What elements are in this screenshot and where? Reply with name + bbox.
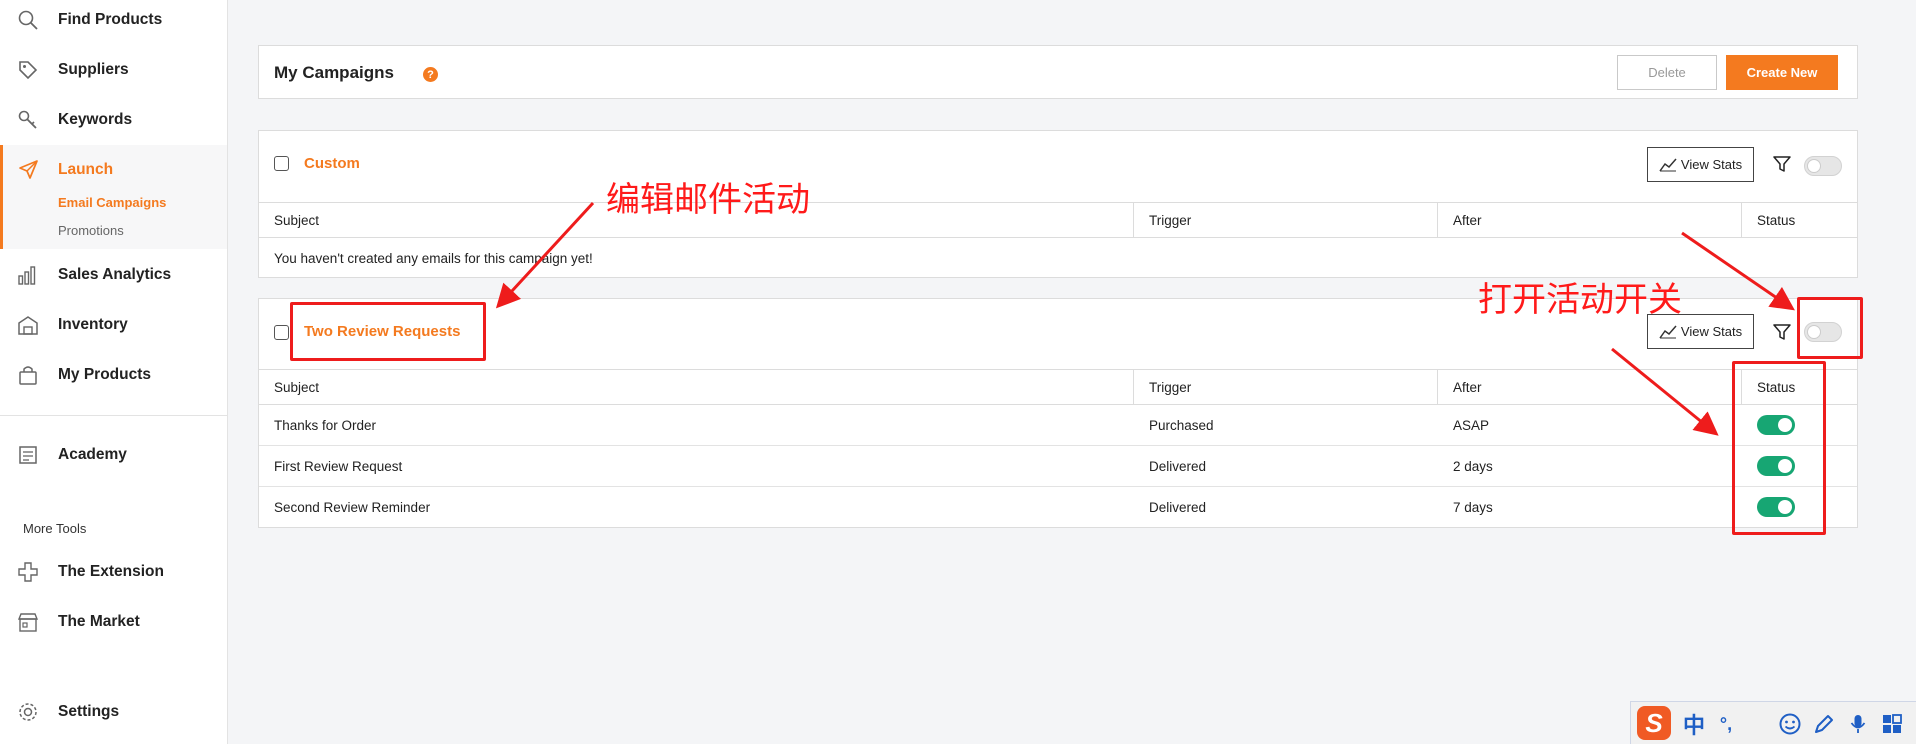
key-icon	[17, 109, 39, 131]
filter-icon[interactable]	[1772, 154, 1792, 174]
book-icon	[17, 444, 39, 466]
campaign-card-two-review-requests: Two Review Requests View Stats Subject T…	[258, 298, 1858, 528]
nav-label: My Products	[58, 366, 152, 383]
highlight-box-campaign-name	[290, 302, 486, 361]
column-header-after: After	[1438, 203, 1742, 237]
table-row[interactable]: Thanks for Order Purchased ASAP	[259, 405, 1857, 446]
ime-language-toggle[interactable]: 中	[1681, 711, 1707, 738]
nav-item-my-products[interactable]: My Products	[0, 355, 227, 395]
campaign-checkbox[interactable]	[274, 325, 289, 340]
nav-label: Suppliers	[58, 61, 129, 78]
search-icon	[17, 9, 39, 31]
nav-label: Sales Analytics	[58, 266, 172, 283]
filter-icon[interactable]	[1772, 322, 1792, 342]
more-tools-heading: More Tools	[23, 521, 87, 536]
nav-label: Launch	[58, 161, 114, 178]
cell-trigger: Delivered	[1149, 458, 1207, 474]
campaign-card-custom: Custom View Stats Subject Trigger After …	[258, 130, 1858, 278]
cell-trigger: Purchased	[1149, 417, 1214, 433]
view-stats-label: View Stats	[1680, 324, 1743, 339]
column-header-status: Status	[1757, 212, 1796, 228]
cell-after: 2 days	[1453, 458, 1493, 474]
box-icon	[17, 364, 39, 386]
column-header-after: After	[1438, 370, 1742, 404]
nav-label: Settings	[58, 703, 120, 720]
nav-item-find-products[interactable]: Find Products	[0, 0, 227, 40]
tag-icon	[17, 59, 39, 81]
highlight-box-campaign-toggle	[1797, 297, 1863, 359]
puzzle-icon	[17, 561, 39, 583]
campaign-toggle[interactable]	[1804, 156, 1842, 176]
trend-icon	[1659, 325, 1677, 338]
nav-item-keywords[interactable]: Keywords	[0, 100, 227, 140]
cell-subject: Thanks for Order	[274, 417, 377, 433]
campaign-checkbox[interactable]	[274, 156, 289, 171]
nav-item-the-extension[interactable]: The Extension	[0, 552, 227, 592]
column-header-trigger: Trigger	[1134, 203, 1438, 237]
column-header-subject: Subject	[259, 370, 1134, 404]
nav-label: The Market	[58, 613, 140, 630]
table-header: Subject Trigger After Status	[259, 369, 1857, 405]
table-row[interactable]: First Review Request Delivered 2 days	[259, 446, 1857, 487]
ime-punctuation-toggle[interactable]: °,	[1713, 711, 1739, 737]
annotation-edit-campaign: 编辑邮件活动	[606, 180, 810, 220]
table-header: Subject Trigger After Status	[259, 202, 1857, 238]
bar-chart-icon	[17, 264, 39, 286]
grid-icon[interactable]	[1879, 711, 1905, 737]
highlight-box-status-column	[1732, 361, 1826, 535]
sub-item-promotions[interactable]: Promotions	[58, 223, 124, 238]
trend-icon	[1659, 158, 1677, 171]
page-title: My Campaigns	[274, 63, 394, 82]
toggle-knob	[1807, 159, 1821, 173]
nav-label: Academy	[58, 446, 127, 463]
annotation-open-switch: 打开活动开关	[1478, 280, 1682, 320]
campaigns-header: My Campaigns ? Delete Create New	[258, 45, 1858, 99]
help-icon[interactable]: ?	[423, 67, 438, 82]
delete-button[interactable]: Delete	[1617, 55, 1717, 90]
nav-label: Keywords	[58, 111, 133, 128]
cell-after: 7 days	[1453, 499, 1493, 515]
view-stats-button[interactable]: View Stats	[1647, 147, 1754, 182]
cell-subject: Second Review Reminder	[274, 499, 431, 515]
view-stats-label: View Stats	[1680, 157, 1743, 172]
table-row[interactable]: Second Review Reminder Delivered 7 days	[259, 487, 1857, 528]
ime-toolbar: S 中 °,	[1630, 701, 1916, 744]
nav-item-settings[interactable]: Settings	[0, 692, 227, 732]
nav-item-inventory[interactable]: Inventory	[0, 305, 227, 345]
nav-item-the-market[interactable]: The Market	[0, 602, 227, 642]
nav-label: Find Products	[58, 11, 163, 28]
warehouse-icon	[17, 314, 39, 336]
cell-subject: First Review Request	[274, 458, 403, 474]
gear-icon	[17, 701, 39, 723]
pen-icon[interactable]	[1811, 711, 1837, 737]
sub-item-email-campaigns[interactable]: Email Campaigns	[58, 195, 166, 210]
cell-after: ASAP	[1453, 417, 1490, 433]
nav-item-academy[interactable]: Academy	[0, 435, 227, 475]
sidebar-divider	[0, 415, 227, 416]
nav-label: The Extension	[58, 563, 164, 580]
sidebar: Find Products Suppliers Keywords Launch …	[0, 0, 228, 744]
campaign-header: Custom View Stats	[259, 131, 1857, 202]
empty-message: You haven't created any emails for this …	[274, 250, 593, 266]
nav-item-sales-analytics[interactable]: Sales Analytics	[0, 255, 227, 295]
store-icon	[17, 611, 39, 633]
sogou-logo-icon[interactable]: S	[1637, 706, 1671, 740]
create-new-button[interactable]: Create New	[1726, 55, 1838, 90]
campaign-name[interactable]: Custom	[304, 155, 360, 172]
column-header-trigger: Trigger	[1134, 370, 1438, 404]
mic-icon[interactable]	[1845, 711, 1871, 737]
emoji-icon[interactable]	[1777, 711, 1803, 737]
cell-trigger: Delivered	[1149, 499, 1207, 515]
nav-item-suppliers[interactable]: Suppliers	[0, 50, 227, 90]
nav-item-launch[interactable]: Launch	[0, 150, 227, 190]
rocket-icon	[17, 159, 39, 181]
nav-label: Inventory	[58, 316, 128, 333]
